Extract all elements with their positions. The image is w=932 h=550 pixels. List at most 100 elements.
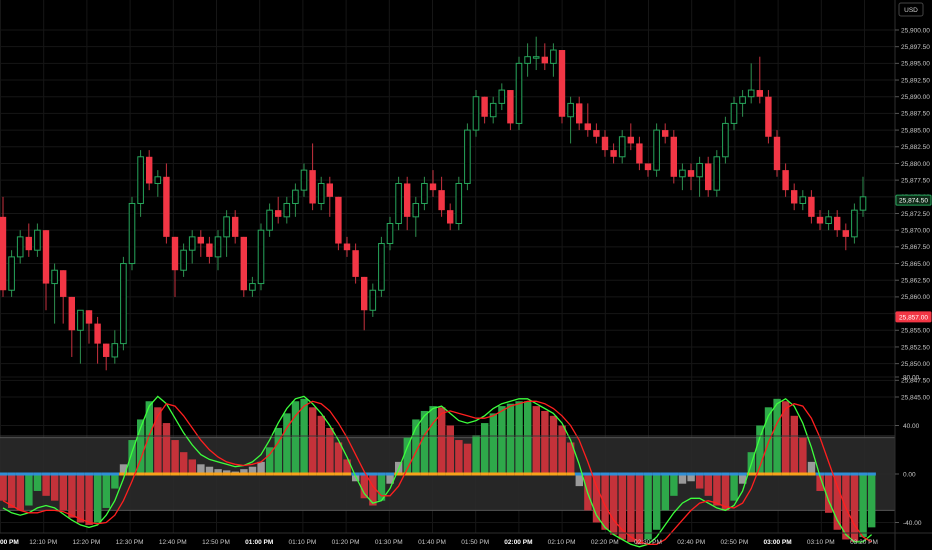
time-tick-label: 12:10 PM bbox=[29, 539, 57, 546]
time-tick-label: 03:00 PM bbox=[764, 539, 792, 546]
candle[interactable] bbox=[558, 50, 566, 124]
candle-body bbox=[317, 182, 325, 204]
oscillator-bar bbox=[463, 443, 472, 474]
price-tick-label: 25,862.50 bbox=[901, 278, 930, 285]
price-axis[interactable]: 25,900.00 25,897.50 25,895.00 25,892.50 25,8… bbox=[895, 27, 930, 401]
oscillator-bar bbox=[481, 423, 489, 474]
candle-body bbox=[644, 163, 652, 171]
oscillator-bar bbox=[532, 406, 540, 474]
time-axis[interactable]: 00 PM 12:10 PM 12:20 PM 12:30 PM 12:40 PM 12:… bbox=[0, 539, 878, 546]
oscillator-bar bbox=[807, 461, 816, 474]
candle-body bbox=[438, 190, 445, 211]
oscillator-bar bbox=[790, 415, 798, 474]
candle-body bbox=[103, 343, 110, 357]
candle-body bbox=[636, 143, 643, 164]
oscillator-bar bbox=[704, 474, 712, 496]
oscillator-bar bbox=[713, 474, 721, 506]
oscillator-bar bbox=[429, 406, 437, 474]
candle-body bbox=[558, 50, 566, 117]
oscillator-bar bbox=[334, 442, 343, 474]
price-tag-label: 25,857.00 bbox=[899, 314, 928, 321]
candle[interactable] bbox=[515, 56, 523, 131]
candle[interactable] bbox=[455, 176, 463, 231]
candle-body bbox=[670, 136, 677, 177]
candle[interactable] bbox=[240, 236, 247, 297]
oscillator-bar bbox=[162, 423, 171, 474]
candle-body bbox=[378, 243, 385, 291]
oscillator-bar bbox=[472, 435, 480, 474]
oscillator-bar bbox=[33, 474, 42, 491]
price-tick-label: 25,880.00 bbox=[901, 161, 930, 168]
price-tick-label: 25,877.50 bbox=[901, 177, 930, 184]
candle[interactable] bbox=[464, 123, 471, 191]
oscillator-bar bbox=[524, 401, 532, 474]
candle-body bbox=[429, 183, 437, 191]
candle[interactable] bbox=[128, 196, 136, 271]
candle-body bbox=[576, 103, 583, 124]
oscillator-bar bbox=[575, 474, 583, 487]
price-tick-label: 25,845.00 bbox=[901, 394, 930, 401]
candle[interactable] bbox=[395, 176, 402, 231]
candle-body bbox=[257, 229, 265, 285]
candle-body bbox=[782, 170, 789, 191]
candle-body bbox=[42, 230, 50, 284]
oscillator-bar bbox=[283, 413, 291, 474]
price-tick-label: 25,860.00 bbox=[901, 294, 930, 301]
price-tick-label: 25,867.50 bbox=[901, 244, 930, 251]
time-tick-label: 02:50 PM bbox=[720, 539, 748, 546]
candle[interactable] bbox=[335, 196, 342, 251]
oscillator-bar bbox=[610, 474, 618, 535]
time-tick-label: 02:10 PM bbox=[548, 539, 576, 546]
candle[interactable] bbox=[378, 236, 385, 297]
candle-body bbox=[851, 209, 858, 238]
candle-body bbox=[662, 130, 669, 137]
chart-canvas[interactable]: 25,900.00 25,897.50 25,895.00 25,892.50 25,8… bbox=[0, 0, 932, 550]
time-tick-label: 12:40 PM bbox=[159, 539, 187, 546]
candle-body bbox=[498, 89, 506, 104]
candle-body bbox=[842, 230, 849, 237]
oscillator-bar bbox=[111, 474, 119, 489]
currency-button[interactable]: USD bbox=[898, 2, 924, 17]
candle-body bbox=[180, 249, 187, 271]
candle-body bbox=[455, 182, 463, 225]
oscillator-bar bbox=[154, 407, 162, 474]
price-tick-label: 25,855.00 bbox=[901, 328, 930, 335]
price-tag: 25,874.50 bbox=[895, 194, 932, 206]
candle-body bbox=[532, 56, 540, 59]
candle[interactable] bbox=[120, 256, 127, 351]
candle-body bbox=[85, 310, 93, 324]
candle-body bbox=[687, 170, 695, 177]
candle[interactable] bbox=[257, 223, 265, 291]
oscillator-bar bbox=[171, 440, 179, 474]
candle[interactable] bbox=[472, 90, 480, 137]
oscillator-bar bbox=[188, 459, 196, 474]
candle[interactable] bbox=[773, 130, 781, 177]
candle[interactable] bbox=[670, 130, 677, 184]
candle-body bbox=[859, 196, 867, 211]
oscillator-bar bbox=[25, 474, 33, 506]
candle-body bbox=[361, 276, 368, 311]
oscillator-bar bbox=[498, 406, 506, 474]
candle-body bbox=[51, 269, 58, 285]
oscillator-bar bbox=[455, 440, 463, 474]
candle[interactable] bbox=[8, 250, 15, 297]
candle[interactable] bbox=[765, 90, 772, 144]
time-tick-label: 03:10 PM bbox=[807, 539, 835, 546]
time-tick-label: 01:20 PM bbox=[332, 539, 360, 546]
candle-body bbox=[197, 236, 204, 244]
candle[interactable] bbox=[722, 116, 729, 164]
candle[interactable] bbox=[713, 150, 721, 197]
candle[interactable] bbox=[653, 123, 660, 177]
candle-body bbox=[567, 102, 574, 118]
candle-body bbox=[188, 236, 196, 251]
candle-body bbox=[765, 96, 772, 137]
price-tag-label: 25,874.50 bbox=[899, 198, 928, 205]
candle-body bbox=[799, 196, 807, 204]
time-tick-label: 01:00 PM bbox=[245, 539, 273, 546]
candle-body bbox=[240, 236, 247, 291]
candle-body bbox=[447, 210, 454, 224]
candle-body bbox=[146, 156, 153, 184]
oscillator-bar bbox=[627, 474, 635, 542]
candle-body bbox=[395, 182, 402, 225]
oscillator-bar bbox=[180, 452, 188, 474]
